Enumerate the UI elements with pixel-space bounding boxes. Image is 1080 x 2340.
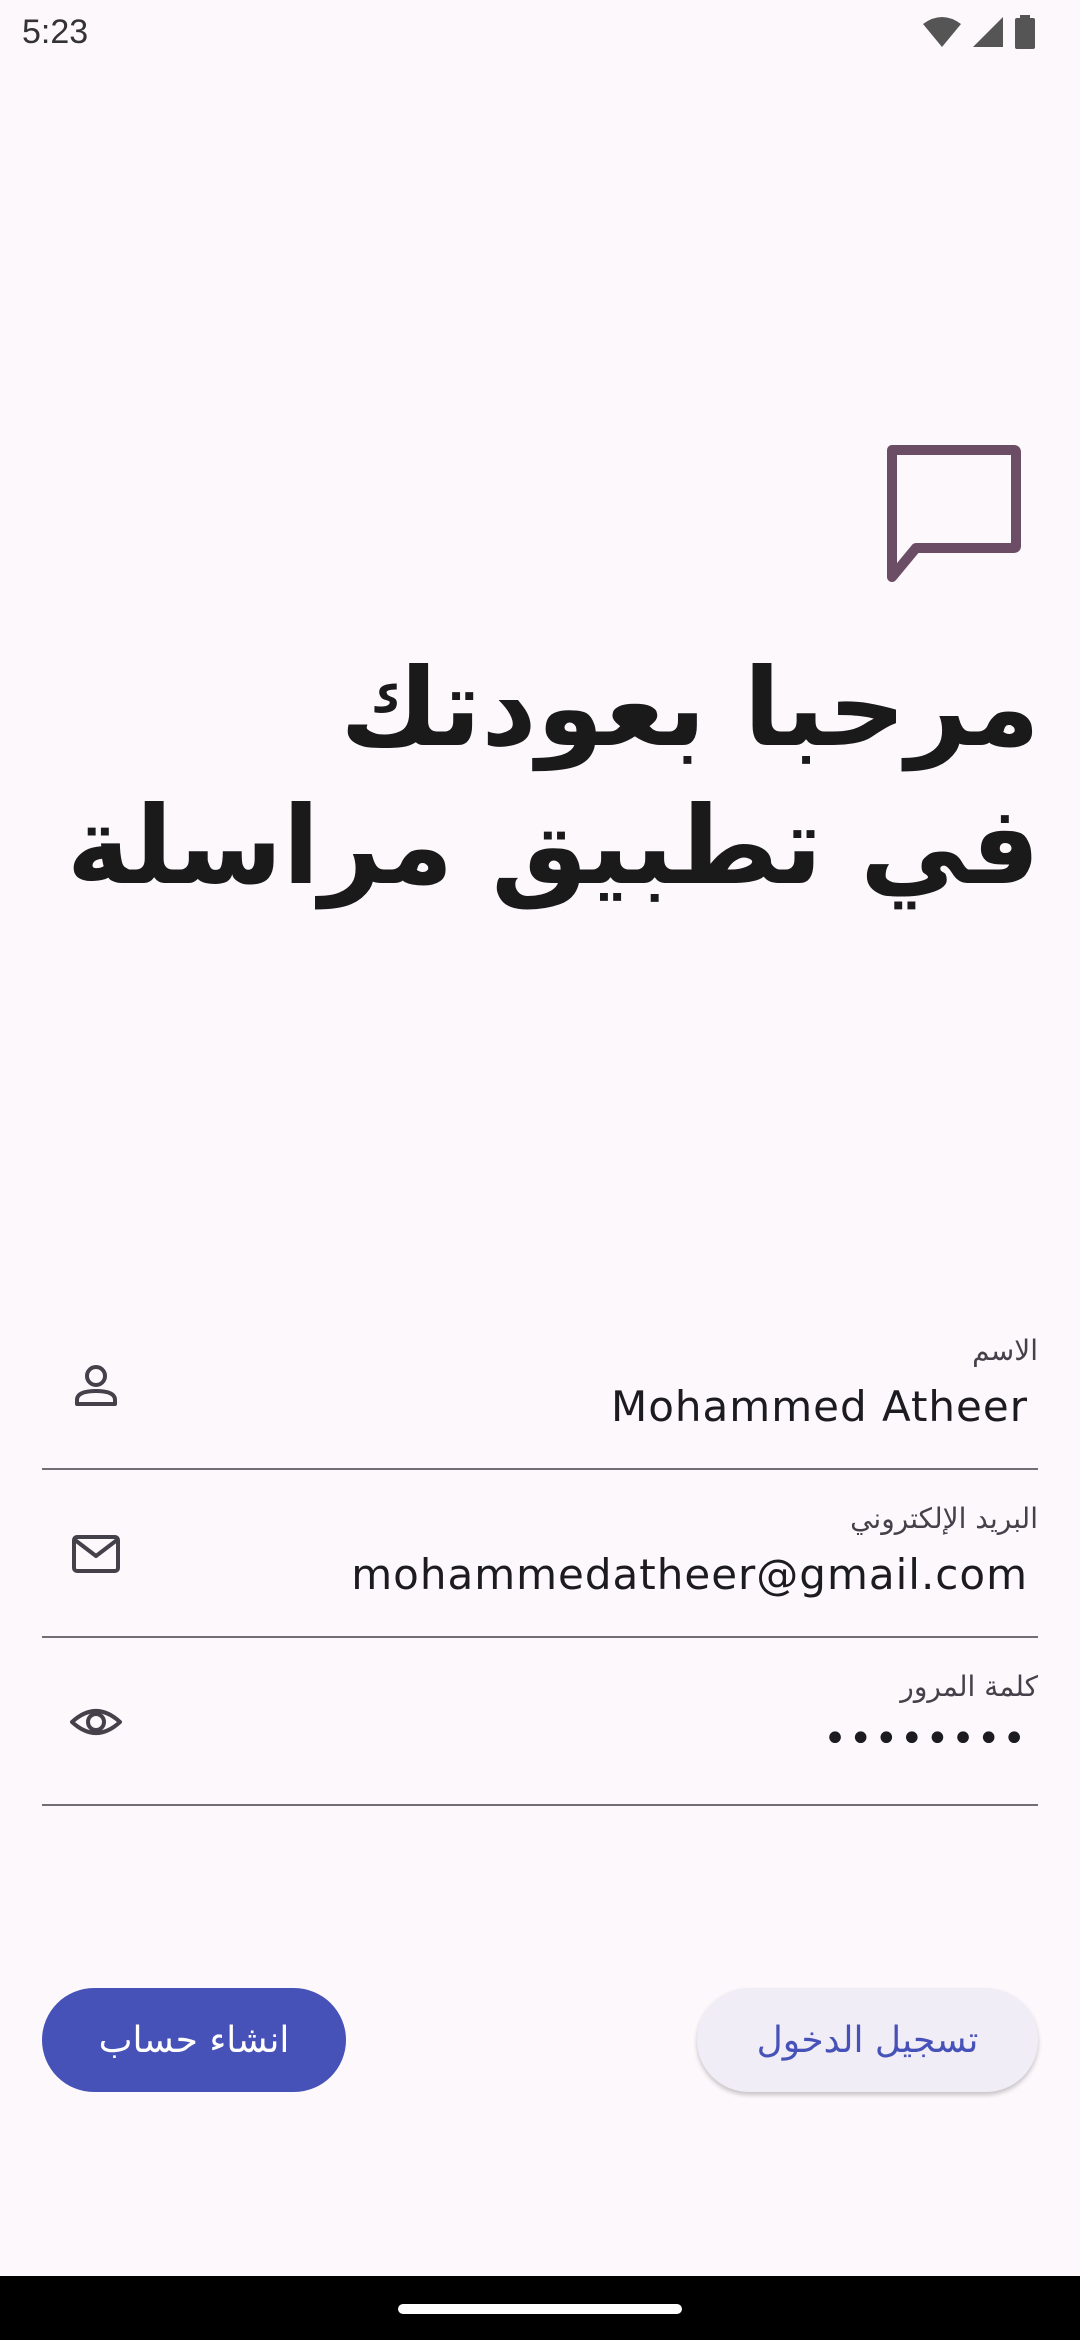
name-field-label: الاسم [972, 1334, 1038, 1367]
app-screen: 5:23 مرحبا بعودتك في تطبيق مراسلة الاسم … [0, 0, 1080, 2340]
mail-icon [72, 1535, 120, 1573]
welcome-title: مرحبا بعودتك في تطبيق مراسلة [66, 640, 1040, 916]
email-field-value[interactable]: mohammedatheer@gmail.com [351, 1550, 1028, 1599]
eye-icon[interactable] [70, 1696, 122, 1748]
navigation-bar [0, 2276, 1080, 2340]
battery-icon [1015, 15, 1035, 49]
cellular-signal-icon [973, 17, 1003, 47]
name-field[interactable]: الاسم Mohammed Atheer [42, 1302, 1038, 1470]
person-icon [75, 1365, 117, 1406]
password-field-value[interactable]: •••••••• [823, 1716, 1028, 1762]
password-field-label: كلمة المرور [900, 1670, 1038, 1703]
status-icons [922, 14, 1036, 50]
welcome-title-line-1: مرحبا بعودتك [340, 646, 1040, 771]
email-field-label: البريد الإلكتروني [850, 1502, 1038, 1535]
password-field[interactable]: كلمة المرور •••••••• [42, 1638, 1038, 1806]
login-button[interactable]: تسجيل الدخول [697, 1988, 1038, 2092]
email-field[interactable]: البريد الإلكتروني mohammedatheer@gmail.c… [42, 1470, 1038, 1638]
welcome-title-line-2: في تطبيق مراسلة [66, 784, 1040, 909]
status-time: 5:23 [22, 13, 89, 51]
home-gesture-handle[interactable] [398, 2304, 682, 2314]
name-field-value[interactable]: Mohammed Atheer [611, 1382, 1028, 1431]
create-account-button[interactable]: انشاء حساب [42, 1988, 346, 2092]
wifi-icon [923, 17, 961, 47]
chat-bubble-icon [887, 445, 1021, 582]
